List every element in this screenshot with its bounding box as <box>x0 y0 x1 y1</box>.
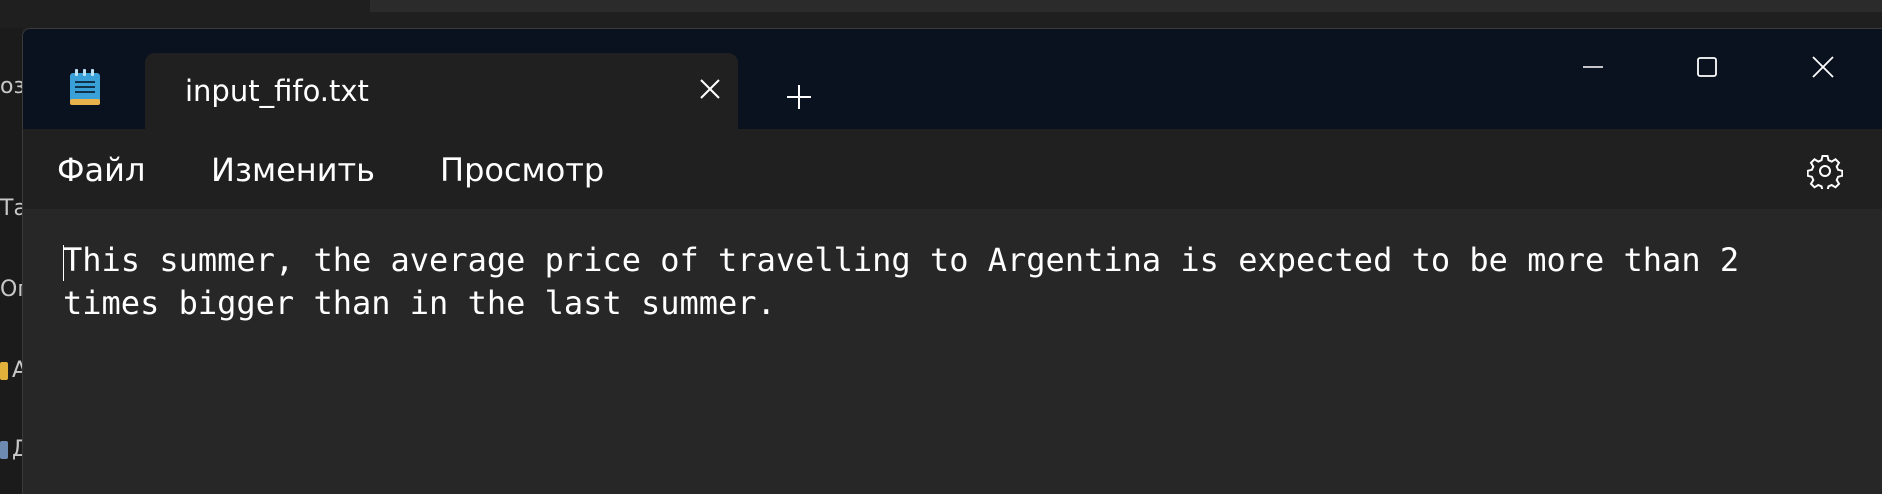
background-text-fragment: А <box>12 358 22 383</box>
folder-icon <box>0 441 8 459</box>
menu-edit[interactable]: Изменить <box>211 151 375 189</box>
menu-view[interactable]: Просмотр <box>440 151 604 189</box>
tab-input-fifo[interactable]: input_fifo.txt <box>145 53 738 129</box>
background-window-partial: оз Та Ог А Д <box>0 28 22 493</box>
background-text-fragment: оз <box>0 74 22 99</box>
tab-title: input_fifo.txt <box>185 74 369 108</box>
new-tab-button[interactable] <box>779 77 819 117</box>
background-text-fragment: Ог <box>0 277 22 302</box>
minimize-icon <box>1583 66 1603 68</box>
background-text-fragment: Д <box>12 437 22 462</box>
title-bar[interactable]: input_fifo.txt <box>23 29 1882 129</box>
menu-file[interactable]: Файл <box>57 151 145 189</box>
window-close-button[interactable] <box>1793 45 1853 89</box>
notepad-icon <box>69 69 101 107</box>
maximize-button[interactable] <box>1677 45 1737 89</box>
tab-close-button[interactable] <box>690 69 730 109</box>
background-text-fragment: Та <box>0 196 22 221</box>
minimize-button[interactable] <box>1563 45 1623 89</box>
folder-icon <box>0 362 8 380</box>
menu-bar: Файл Изменить Просмотр <box>23 129 1882 209</box>
settings-button[interactable] <box>1803 149 1847 193</box>
notepad-window: input_fifo.txt Файл Изменить Просмотр Th… <box>22 28 1882 494</box>
close-icon <box>700 79 720 99</box>
plus-icon <box>787 85 811 109</box>
close-icon <box>1812 56 1834 78</box>
maximize-icon <box>1697 57 1717 77</box>
editor-content[interactable]: This summer, the average price of travel… <box>63 239 1863 325</box>
gear-icon <box>1807 155 1843 189</box>
text-editor[interactable]: This summer, the average price of travel… <box>23 209 1882 494</box>
background-window-edge <box>370 0 1882 12</box>
